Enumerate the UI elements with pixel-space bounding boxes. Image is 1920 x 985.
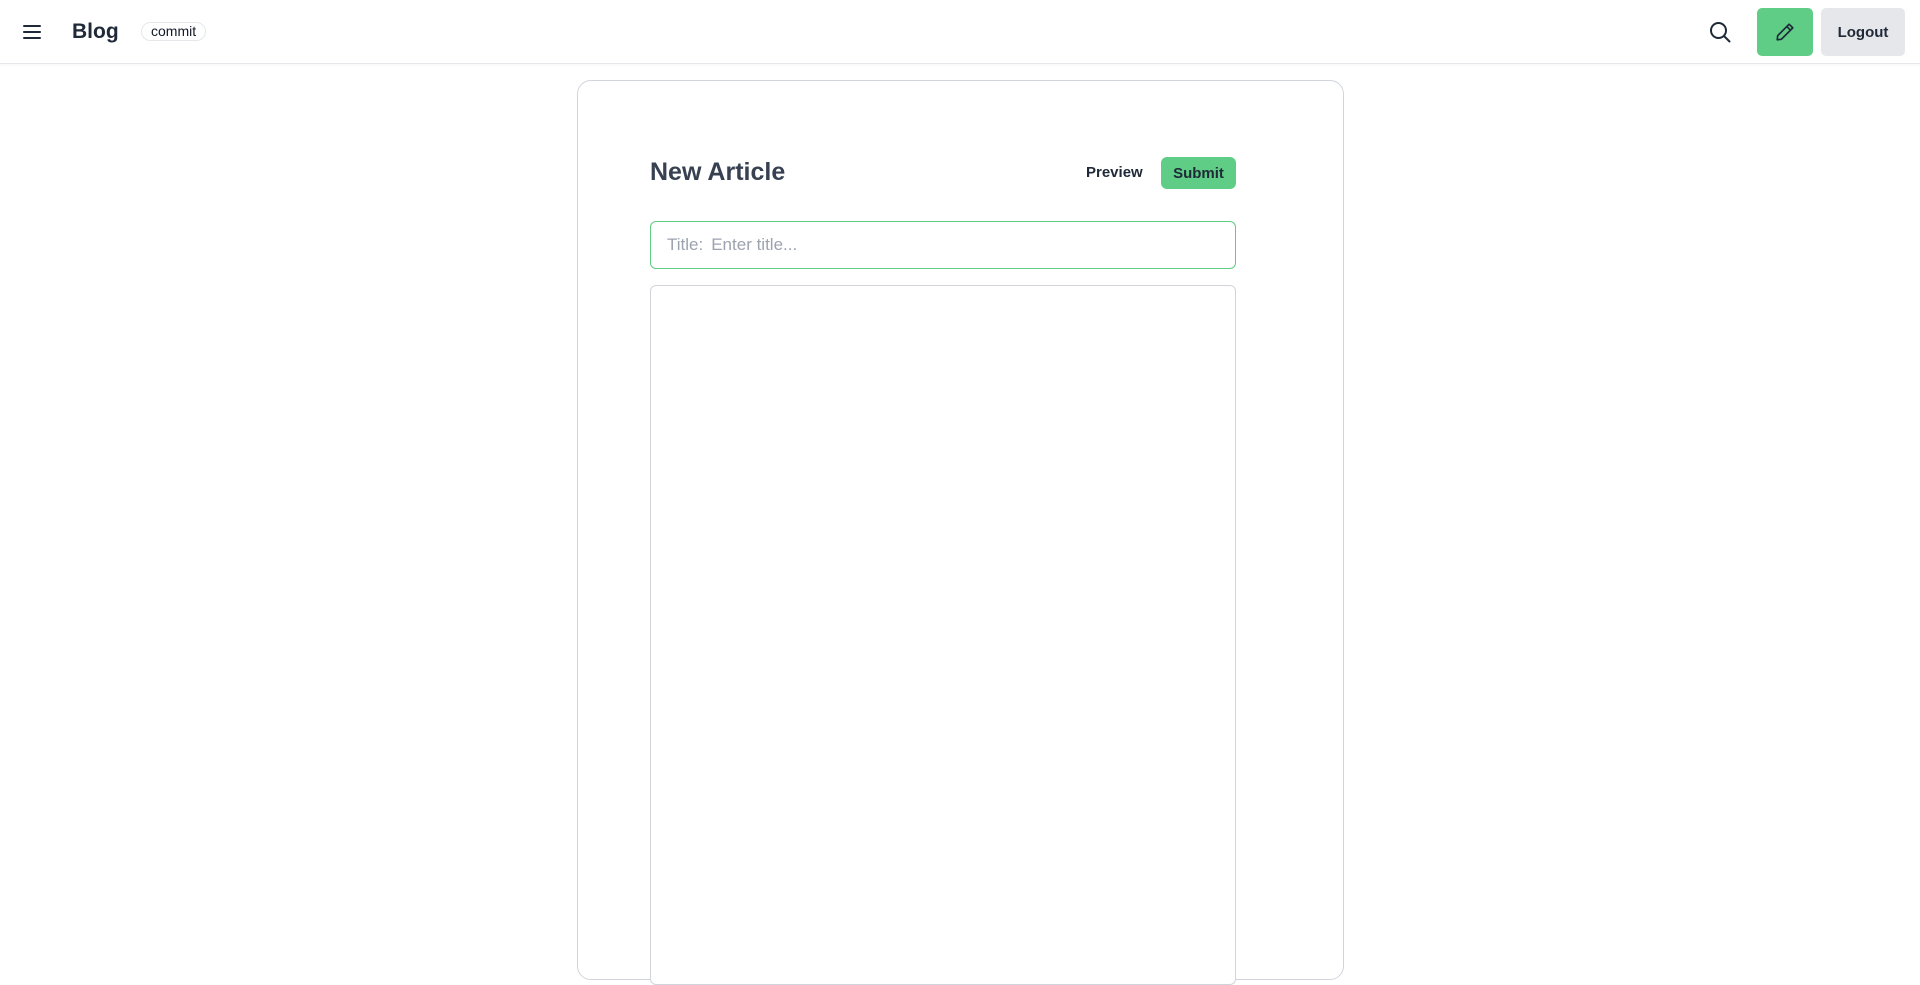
title-label: Title: xyxy=(667,235,704,254)
site-brand-link[interactable]: Blog xyxy=(72,18,119,46)
page-title: New Article xyxy=(650,158,786,186)
submit-button[interactable]: Submit xyxy=(1161,157,1236,189)
search-button[interactable] xyxy=(1706,18,1734,46)
menu-button[interactable] xyxy=(18,18,46,46)
pencil-icon xyxy=(1776,23,1794,41)
title-field[interactable]: Title: xyxy=(650,221,1236,269)
logout-button[interactable]: Logout xyxy=(1821,8,1905,56)
commit-badge: commit xyxy=(141,22,207,41)
hamburger-menu-icon xyxy=(23,25,41,39)
preview-button[interactable]: Preview xyxy=(1076,157,1153,189)
top-navigation-bar: Blog commit Logout xyxy=(0,0,1920,64)
article-body-editor[interactable] xyxy=(650,285,1236,985)
title-input[interactable] xyxy=(711,235,1235,255)
search-icon xyxy=(1710,22,1731,43)
write-article-button[interactable] xyxy=(1757,8,1813,56)
